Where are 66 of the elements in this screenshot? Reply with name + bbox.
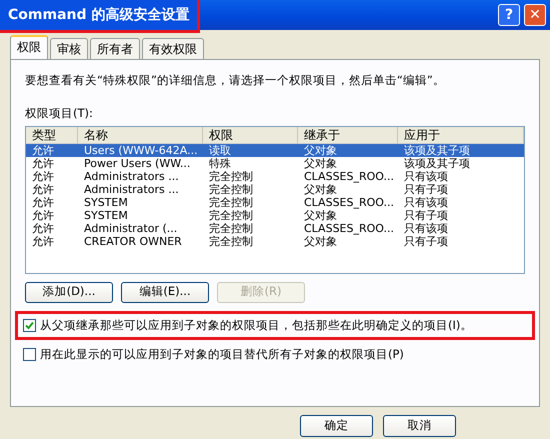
table-cell-text: Administrator (... bbox=[83, 222, 178, 234]
table-row[interactable]: 允许 Administrators ... 完全控制 父对象 只有子项 bbox=[26, 182, 524, 196]
table-cell-text: 只有该项 bbox=[403, 170, 449, 182]
table-cell-text: Administrators ... bbox=[83, 170, 180, 182]
table-cell-text: 完全控制 bbox=[208, 170, 254, 182]
table-cell-text: 该项及其子项 bbox=[403, 156, 471, 170]
table-cell-text: 完全控制 bbox=[208, 196, 254, 208]
table-cell-text: 完全控制 bbox=[208, 222, 254, 234]
help-button[interactable]: ? bbox=[498, 4, 520, 26]
table-cell-text: CREATOR OWNER bbox=[83, 234, 183, 248]
table-cell-text: 允许 bbox=[31, 208, 55, 222]
tab[interactable]: 审核 bbox=[50, 38, 88, 59]
table-cell-text: 特殊 bbox=[208, 156, 232, 170]
table-cell-text: 允许 bbox=[31, 170, 55, 182]
table-cell-text: 只有该项 bbox=[403, 196, 449, 208]
table-cell-text: 读取 bbox=[208, 144, 232, 156]
window-title: Command 的高级安全设置 bbox=[0, 0, 198, 30]
table-cell-text: 允许 bbox=[31, 222, 55, 234]
table-cell-text: 允许 bbox=[31, 156, 55, 170]
list-label: 权限项目(T): bbox=[25, 105, 94, 122]
table-cell-text: 只有子项 bbox=[403, 182, 449, 196]
instruction-text: 要想查看有关“特殊权限”的详细信息，请选择一个权限项目，然后单击“编辑”。 bbox=[25, 72, 446, 89]
tab[interactable]: 有效权限 bbox=[142, 38, 204, 59]
table-cell-text: Users (WWW-642A... bbox=[83, 144, 199, 156]
checkbox-label[interactable]: 从父项继承那些可以应用到子对象的权限项目，包括那些在此明确定义的项目(I)。 bbox=[40, 316, 472, 334]
table-row[interactable]: 允许 SYSTEM 完全控制 父对象 只有子项 bbox=[26, 208, 524, 222]
table-cell-text: 只有子项 bbox=[403, 208, 449, 222]
table-cell-text: 允许 bbox=[31, 196, 55, 208]
table-row[interactable]: 允许 Administrators ... 完全控制 CLASSES_ROO... 只有该项 bbox=[26, 170, 524, 182]
table-row[interactable]: 允许 Users (WWW-642A... 读取 父对象 该项及其子项 bbox=[26, 144, 524, 156]
table-cell-text: 父对象 bbox=[303, 208, 337, 222]
table-row[interactable]: 允许 CREATOR OWNER 完全控制 父对象 只有子项 bbox=[26, 234, 524, 248]
close-button[interactable]: ✕ bbox=[524, 4, 546, 26]
table-cell-text: 允许 bbox=[31, 234, 55, 248]
table-cell-text: 父对象 bbox=[303, 234, 337, 248]
table-cell-text: SYSTEM bbox=[83, 196, 129, 208]
table-cell-text: 允许 bbox=[31, 144, 55, 156]
table-cell-text: Administrators ... bbox=[83, 182, 180, 196]
table-cell-text: 完全控制 bbox=[208, 182, 254, 196]
tab[interactable]: 权限 bbox=[10, 35, 48, 60]
table-cell-text: 父对象 bbox=[303, 144, 338, 156]
table-cell-text: CLASSES_ROO... bbox=[303, 196, 395, 208]
checkbox[interactable] bbox=[23, 348, 36, 361]
cancel-button[interactable]: 取消 bbox=[383, 415, 456, 437]
table-cell-text: CLASSES_ROO... bbox=[303, 170, 395, 182]
table-cell-text: SYSTEM bbox=[83, 208, 129, 222]
table-row[interactable]: 允许 Power Users (WW... 特殊 父对象 该项及其子项 bbox=[26, 156, 524, 170]
table-cell-text: 只有该项 bbox=[403, 222, 449, 234]
table-row[interactable]: 允许 Administrator (... 完全控制 CLASSES_ROO... 只有该项 bbox=[26, 222, 524, 234]
table-cell-text: Power Users (WW... bbox=[83, 156, 192, 170]
table-cell-text: 该项及其子项 bbox=[403, 144, 471, 156]
checkbox-label[interactable]: 用在此显示的可以应用到子对象的项目替代所有子对象的权限项目(P) bbox=[40, 346, 404, 363]
table-row[interactable]: 允许 SYSTEM 完全控制 CLASSES_ROO... 只有该项 bbox=[26, 196, 524, 208]
table-cell-text: 允许 bbox=[31, 182, 55, 196]
table-cell-text: 只有子项 bbox=[403, 234, 449, 248]
table-cell-text: 完全控制 bbox=[208, 208, 254, 222]
table-cell-text: 父对象 bbox=[303, 182, 337, 196]
permission-list[interactable] bbox=[25, 126, 525, 274]
table-cell-text: 完全控制 bbox=[208, 234, 254, 248]
tab[interactable]: 所有者 bbox=[90, 38, 140, 59]
ok-button[interactable]: 确定 bbox=[300, 415, 373, 437]
list-button[interactable]: 添加(D)... bbox=[25, 282, 113, 302]
table-cell-text: 父对象 bbox=[303, 156, 338, 170]
table-cell-text: CLASSES_ROO... bbox=[303, 222, 395, 234]
list-button[interactable]: 编辑(E)... bbox=[121, 282, 209, 302]
checkbox[interactable] bbox=[23, 318, 36, 332]
